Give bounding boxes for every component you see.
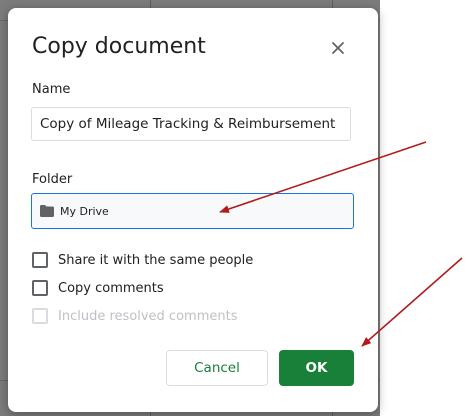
resolved-comments-option: Include resolved comments (32, 308, 237, 324)
share-option-label: Share it with the same people (58, 252, 254, 268)
name-input[interactable] (31, 107, 351, 141)
page-margin (380, 0, 470, 416)
ok-button[interactable]: OK (279, 350, 354, 386)
share-checkbox[interactable] (32, 252, 48, 268)
close-icon (332, 42, 344, 54)
folder-value: My Drive (60, 204, 109, 218)
close-button[interactable] (326, 36, 350, 60)
resolved-comments-label: Include resolved comments (58, 308, 238, 324)
resolved-comments-checkbox (32, 308, 48, 324)
copy-document-dialog: Copy document Name Folder My Drive Share… (8, 8, 378, 412)
name-label: Name (32, 82, 71, 97)
cancel-button[interactable]: Cancel (166, 350, 268, 386)
folder-label: Folder (32, 172, 73, 187)
folder-icon (40, 205, 54, 217)
copy-comments-checkbox[interactable] (32, 280, 48, 296)
copy-comments-option[interactable]: Copy comments (32, 280, 164, 296)
dialog-title: Copy document (32, 34, 206, 59)
folder-picker[interactable]: My Drive (31, 193, 354, 229)
share-option[interactable]: Share it with the same people (32, 252, 253, 268)
copy-comments-label: Copy comments (58, 280, 164, 296)
